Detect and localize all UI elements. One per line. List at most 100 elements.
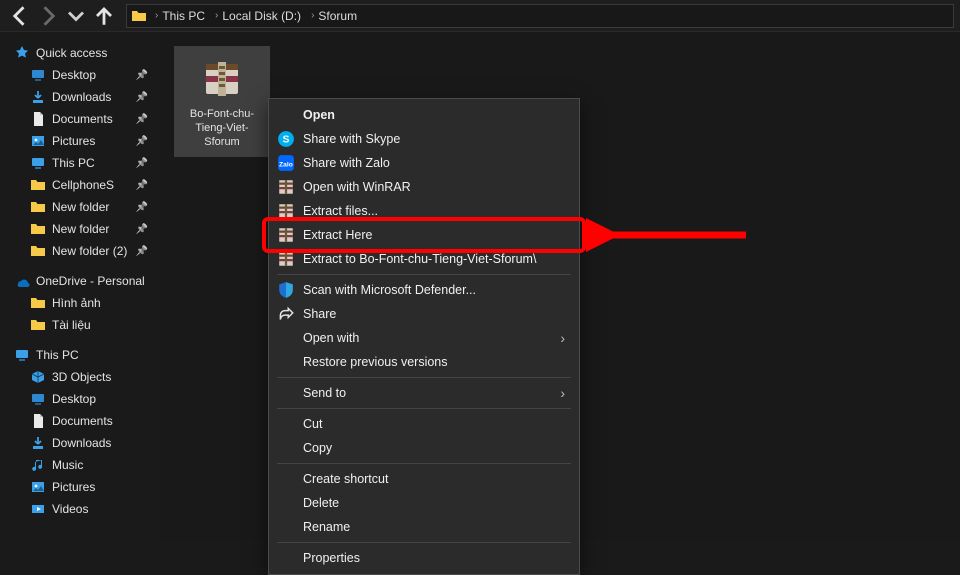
ctx-item-label: Extract files... [303,204,565,218]
nav-up-button[interactable] [90,3,118,29]
ctx-item-label: Extract Here [303,228,565,242]
ctx-item-label: Send to [303,386,552,400]
breadcrumb-path[interactable]: ›This PC ›Local Disk (D:) ›Sforum [126,4,954,28]
pin-icon: 📌 [136,224,148,235]
rar-icon [277,250,295,268]
context-menu-separator [277,542,571,543]
tree-label: Desktop [52,68,96,82]
breadcrumb-localdisk[interactable]: ›Local Disk (D:) [209,9,303,23]
document-icon [30,413,46,429]
context-menu: Open S Share with Skype ZaloShare with Zalo… [268,98,580,575]
sidebar-item-3d-objects[interactable]: 3D Objects [4,366,156,388]
ctx-item-label: Open [303,108,565,122]
svg-text:S: S [283,134,290,145]
pin-icon: 📌 [136,180,148,191]
ctx-item-properties[interactable]: Properties [269,546,579,570]
sidebar-item-h-nh-nh[interactable]: Hình ảnh [4,292,156,314]
tree-label: Downloads [52,436,111,450]
sidebar-item-new-folder[interactable]: New folder📌 [4,196,156,218]
ctx-item-extract-to-bo-font-chu-tieng-viet-sforum-[interactable]: Extract to Bo-Font-chu-Tieng-Viet-Sforum… [269,247,579,271]
ctx-item-extract-here[interactable]: Extract Here [269,223,579,247]
rar-icon [277,178,295,196]
tree-quick-access[interactable]: Quick access [4,42,156,64]
tree-label: Documents [52,414,113,428]
defender-icon [277,281,295,299]
breadcrumb-sforum[interactable]: ›Sforum [305,9,359,23]
ctx-item-share-with-skype[interactable]: S Share with Skype [269,127,579,151]
breadcrumb-thispc[interactable]: ›This PC [149,9,207,23]
file-name: Bo-Font-chu-Tieng-Viet-Sforum [178,108,266,149]
sidebar-item-documents[interactable]: Documents [4,410,156,432]
ctx-item-send-to[interactable]: Send to› [269,381,579,405]
thispc-icon [14,347,30,363]
cloud-icon [14,273,30,289]
chevron-right-icon: › [560,330,565,346]
tree-thispc[interactable]: This PC [4,344,156,366]
tree-label: 3D Objects [52,370,111,384]
ctx-item-share-with-zalo[interactable]: ZaloShare with Zalo [269,151,579,175]
ctx-item-label: Open with WinRAR [303,180,565,194]
rar-icon [277,202,295,220]
ctx-item-scan-with-microsoft-defender-[interactable]: Scan with Microsoft Defender... [269,278,579,302]
tree-label: Documents [52,112,113,126]
rar-icon [277,226,295,244]
ctx-item-copy[interactable]: Copy [269,436,579,460]
sidebar-item-pictures[interactable]: Pictures📌 [4,130,156,152]
pin-icon: 📌 [136,202,148,213]
ctx-item-label: Share [303,307,565,321]
ctx-item-delete[interactable]: Delete [269,491,579,515]
ctx-item-cut[interactable]: Cut [269,412,579,436]
nav-recent-button[interactable] [62,3,90,29]
nav-forward-button[interactable] [34,3,62,29]
sidebar-item-this-pc[interactable]: This PC📌 [4,152,156,174]
context-menu-separator [277,377,571,378]
nav-back-button[interactable] [6,3,34,29]
rar-file-icon [198,54,246,102]
tree-label: Music [52,458,83,472]
ctx-item-open-with-winrar[interactable]: Open with WinRAR [269,175,579,199]
arrow-up-icon [90,2,118,30]
sidebar-item-downloads[interactable]: Downloads📌 [4,86,156,108]
document-icon [30,111,46,127]
sidebar-item-new-folder[interactable]: New folder 📌 [4,218,156,240]
folder-icon [30,221,46,237]
ctx-item-label: Create shortcut [303,472,565,486]
sidebar-item-music[interactable]: Music [4,454,156,476]
ctx-item-label: Restore previous versions [303,355,565,369]
share-icon [277,305,295,323]
tree-label: Videos [52,502,88,516]
tree-label: CellphoneS [52,178,114,192]
ctx-item-label: Properties [303,551,565,565]
sidebar-item-videos[interactable]: Videos [4,498,156,520]
arrow-right-icon [34,2,62,30]
tree-onedrive[interactable]: OneDrive - Personal [4,270,156,292]
ctx-item-rename[interactable]: Rename [269,515,579,539]
sidebar-item-new-folder-2-[interactable]: New folder (2)📌 [4,240,156,262]
tree-label: New folder [52,222,109,236]
ctx-item-label: Share with Skype [303,132,565,146]
sidebar-item-desktop[interactable]: Desktop [4,388,156,410]
ctx-item-extract-files-[interactable]: Extract files... [269,199,579,223]
tree-label: Downloads [52,90,111,104]
pin-icon: 📌 [136,114,148,125]
sidebar-item-t-i-li-u[interactable]: Tài liệu [4,314,156,336]
star-icon [14,45,30,61]
sidebar-item-downloads[interactable]: Downloads [4,432,156,454]
sidebar-item-cellphones[interactable]: CellphoneS 📌 [4,174,156,196]
file-item-selected[interactable]: Bo-Font-chu-Tieng-Viet-Sforum [174,46,270,157]
ctx-item-open[interactable]: Open [269,103,579,127]
context-menu-separator [277,274,571,275]
ctx-item-label: Rename [303,520,565,534]
ctx-item-create-shortcut[interactable]: Create shortcut [269,467,579,491]
download-icon [30,89,46,105]
ctx-item-restore-previous-versions[interactable]: Restore previous versions [269,350,579,374]
ctx-item-label: Scan with Microsoft Defender... [303,283,565,297]
sidebar-item-desktop[interactable]: Desktop📌 [4,64,156,86]
3d-icon [30,369,46,385]
sidebar-item-pictures[interactable]: Pictures [4,476,156,498]
sidebar-item-documents[interactable]: Documents 📌 [4,108,156,130]
ctx-item-share[interactable]: Share [269,302,579,326]
context-menu-separator [277,463,571,464]
ctx-item-open-with[interactable]: Open with › [269,326,579,350]
ctx-item-label: Open with [303,331,552,345]
